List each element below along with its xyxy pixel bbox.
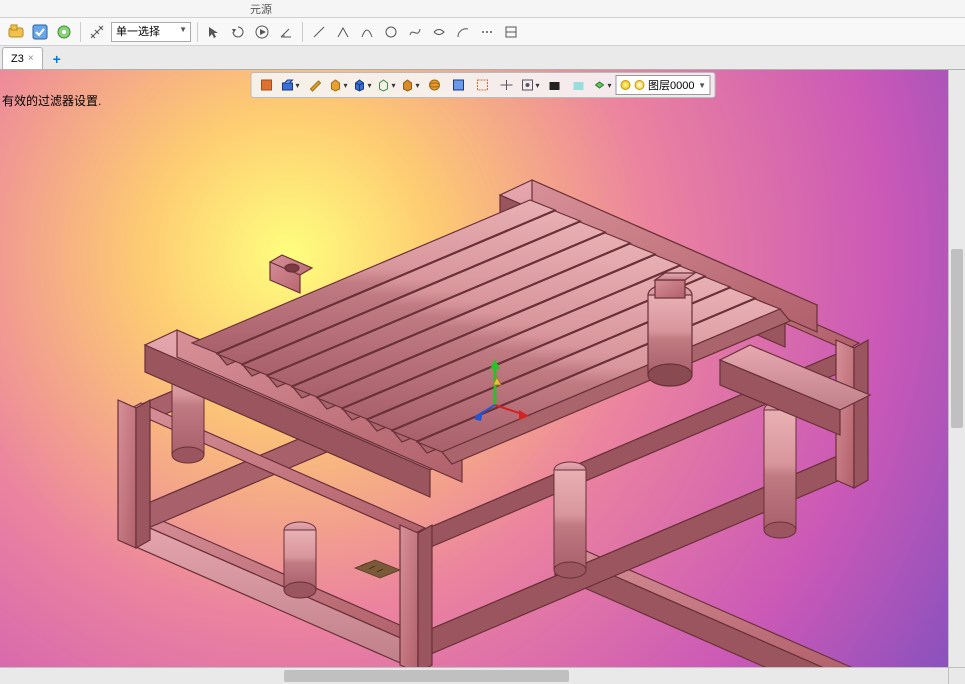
toolbar-separator [302,22,303,42]
line-icon[interactable] [309,22,329,42]
circle-icon[interactable] [381,22,401,42]
main-toolbar: 单一选择 [0,18,965,46]
pointer-icon[interactable] [204,22,224,42]
arc-icon[interactable] [453,22,473,42]
cmd-c-icon[interactable] [54,22,74,42]
scrollbar-corner [948,667,965,684]
viewport-3d[interactable]: 有效的过滤器设置. 图层0000 [0,70,965,684]
tab-label: Z3 [11,53,24,65]
cmd-b-icon[interactable] [30,22,50,42]
tab-close-icon[interactable]: × [28,53,34,64]
vertical-scrollbar[interactable] [948,70,965,667]
document-tab[interactable]: Z3 × [2,47,43,69]
spline-icon[interactable] [405,22,425,42]
extras-icon[interactable] [501,22,521,42]
sweep-icon[interactable] [429,22,449,42]
cmd-a-icon[interactable] [6,22,26,42]
curve-icon[interactable] [357,22,377,42]
toolbar-separator [80,22,81,42]
selection-mode-dropdown[interactable]: 单一选择 [111,22,191,42]
menu-strip: 元源 [0,0,965,18]
selection-mode-label: 单一选择 [116,26,160,38]
rotate-view-icon[interactable] [228,22,248,42]
scrollbar-thumb[interactable] [284,670,568,682]
toolbar-separator [197,22,198,42]
model-3d[interactable] [0,70,965,684]
new-tab-button[interactable]: + [47,49,67,69]
edge-icon[interactable] [333,22,353,42]
document-tabbar: Z3 × + [0,46,965,70]
more-draw-icon[interactable] [477,22,497,42]
menu-resource[interactable]: 元源 [250,1,272,17]
scrollbar-thumb[interactable] [951,249,963,428]
angle-icon[interactable] [276,22,296,42]
measure-icon[interactable] [87,22,107,42]
play-icon[interactable] [252,22,272,42]
plus-icon: + [53,51,61,67]
horizontal-scrollbar[interactable] [0,667,948,684]
